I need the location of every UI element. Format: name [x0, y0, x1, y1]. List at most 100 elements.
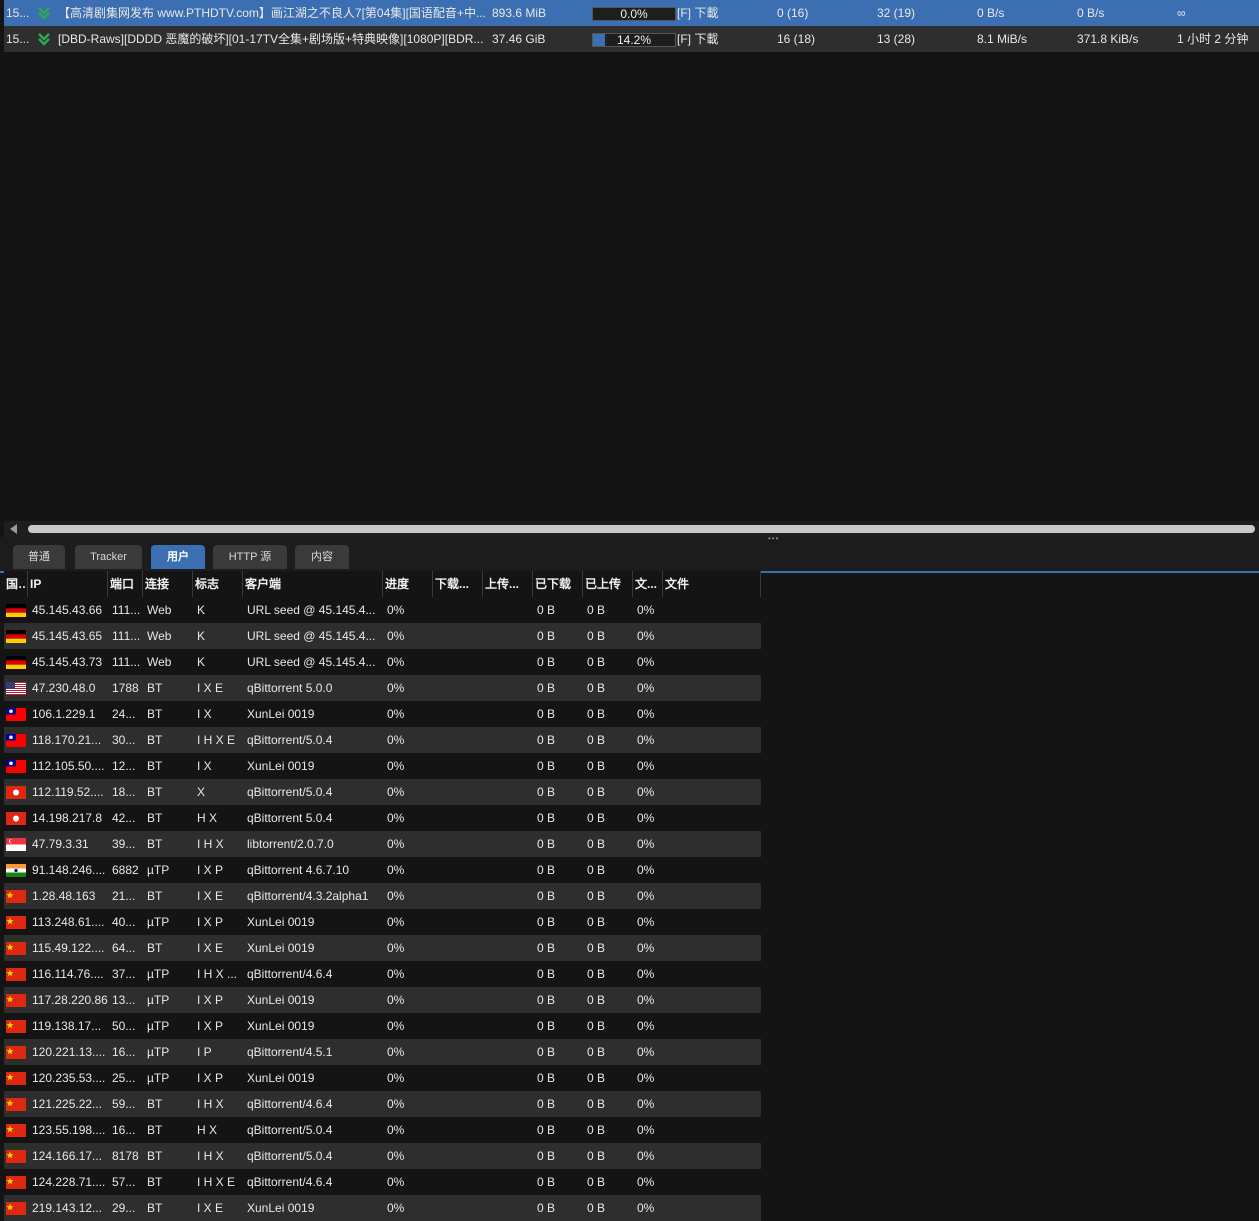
col-relevance[interactable]: 文...: [633, 571, 663, 597]
peer-client: qBittorrent/5.0.4: [247, 733, 333, 747]
peer-conn: BT: [147, 941, 163, 955]
germany-flag-icon: [6, 604, 26, 617]
tab-http-sources[interactable]: HTTP 源: [213, 545, 287, 569]
col-flags[interactable]: 标志: [193, 571, 243, 597]
peer-downloaded: 0 B: [537, 785, 556, 799]
peer-row[interactable]: 91.148.246.... 6882 µTP I X P qBittorrent 4.…: [4, 857, 761, 883]
china-flag-icon: [6, 1020, 26, 1033]
peer-uploaded: 0 B: [587, 759, 606, 773]
tab-content[interactable]: 内容: [295, 545, 349, 569]
torrent-list[interactable]: 15... 【高清剧集网发布 www.PTHDTV.com】画江湖之不良人7[第0…: [4, 0, 1259, 520]
peer-progress: 0%: [387, 889, 405, 903]
col-client[interactable]: 客户端: [243, 571, 383, 597]
col-connection[interactable]: 连接: [143, 571, 193, 597]
peer-relevance: 0%: [637, 941, 655, 955]
peer-progress: 0%: [387, 707, 405, 721]
peer-uploaded: 0 B: [587, 1071, 606, 1085]
peer-row[interactable]: 121.225.22... 59... BT I H X qBittorrent/4.6…: [4, 1091, 761, 1117]
peer-row[interactable]: 106.1.229.1 24... BT I X XunLei 0019 0% 0 B 0 B…: [4, 701, 761, 727]
tab-general[interactable]: 普通: [13, 545, 65, 569]
col-uploaded[interactable]: 已上传: [583, 571, 633, 597]
peer-row[interactable]: 45.145.43.65 111... Web K URL seed @ 45.145.…: [4, 623, 761, 649]
horizontal-scrollbar[interactable]: [4, 521, 1259, 537]
torrent-num: 15...: [6, 6, 30, 20]
peer-port: 30...: [112, 733, 136, 747]
peer-row[interactable]: 124.228.71.... 57... BT I H X E qBittorrent/…: [4, 1169, 761, 1195]
peer-row[interactable]: 112.105.50.... 12... BT I X XunLei 0019 0% 0 B…: [4, 753, 761, 779]
peer-row[interactable]: 47.79.3.31 39... BT I H X libtorrent/2.0.7.0…: [4, 831, 761, 857]
col-up-speed[interactable]: 上传...: [483, 571, 533, 597]
col-files[interactable]: 文件: [663, 571, 761, 597]
peer-row[interactable]: 120.235.53.... 25... µTP I X P XunLei 0019 0%…: [4, 1065, 761, 1091]
peer-table: 国... IP 端口 连接 标志 客户端 进度 下载... 上传... 已下载 已上传 文... 文件 …: [4, 571, 761, 1221]
peer-row[interactable]: 219.143.12... 29... BT I X E XunLei 0019 0% 0 …: [4, 1195, 761, 1221]
peer-port: 12...: [112, 759, 136, 773]
peer-ip: 118.170.21...: [32, 733, 102, 747]
peer-relevance: 0%: [637, 915, 655, 929]
tab-peers[interactable]: 用户: [151, 545, 205, 569]
peer-row[interactable]: 14.198.217.8 42... BT H X qBittorrent 5.0.4 0…: [4, 805, 761, 831]
peer-row[interactable]: 45.145.43.73 111... Web K URL seed @ 45.145.…: [4, 649, 761, 675]
peer-conn: BT: [147, 1201, 163, 1215]
peer-uploaded: 0 B: [587, 655, 606, 669]
col-down-speed[interactable]: 下载...: [433, 571, 483, 597]
peer-row[interactable]: 47.230.48.0 1788 BT I X E qBittorrent 5.0.0 0…: [4, 675, 761, 701]
peer-row[interactable]: 116.114.76.... 37... µTP I H X ... qBittorre…: [4, 961, 761, 987]
scrollbar-thumb[interactable]: [28, 525, 1255, 533]
peer-row[interactable]: 1.28.48.163 21... BT I X E qBittorrent/4.3.2…: [4, 883, 761, 909]
peer-uploaded: 0 B: [587, 1149, 606, 1163]
peer-row[interactable]: 112.119.52.... 18... BT XqBittorrent/5.0.4 0…: [4, 779, 761, 805]
germany-flag-icon: [6, 656, 26, 669]
peer-client: XunLei 0019: [247, 759, 315, 773]
col-ip[interactable]: IP: [28, 571, 108, 597]
col-progress[interactable]: 进度: [383, 571, 433, 597]
peer-flags: I H X ...: [197, 967, 238, 981]
peer-ip: 121.225.22...: [32, 1097, 103, 1111]
peer-flags: I X E: [197, 1201, 224, 1215]
peer-downloaded: 0 B: [537, 1071, 556, 1085]
peer-uploaded: 0 B: [587, 967, 606, 981]
peer-row[interactable]: 120.221.13.... 16... µTP I P qBittorrent/4.5…: [4, 1039, 761, 1065]
peer-ip: 45.145.43.73: [32, 655, 103, 669]
peer-downloaded: 0 B: [537, 1123, 556, 1137]
peer-row[interactable]: 124.166.17... 8178 BT I H X qBittorrent/5.0.…: [4, 1143, 761, 1169]
peer-port: 64...: [112, 941, 136, 955]
tab-tracker[interactable]: Tracker: [75, 545, 142, 569]
torrent-row[interactable]: 15... 【高清剧集网发布 www.PTHDTV.com】画江湖之不良人7[第0…: [4, 0, 1259, 26]
peer-row[interactable]: 123.55.198.... 16... BT H X qBittorrent/5.0.…: [4, 1117, 761, 1143]
peer-relevance: 0%: [637, 1071, 655, 1085]
peer-flags: I X E: [197, 681, 224, 695]
peer-downloaded: 0 B: [537, 733, 556, 747]
peer-row[interactable]: 115.49.122.... 64... BT I X E XunLei 0019 0% 0…: [4, 935, 761, 961]
scroll-left-icon[interactable]: [10, 524, 17, 534]
peer-uploaded: 0 B: [587, 733, 606, 747]
peer-progress: 0%: [387, 1071, 405, 1085]
peer-port: 59...: [112, 1097, 136, 1111]
peer-row[interactable]: 45.145.43.66 111... Web K URL seed @ 45.145.…: [4, 597, 761, 623]
col-downloaded[interactable]: 已下载: [533, 571, 583, 597]
torrent-row[interactable]: 15... [DBD-Raws][DDDD 恶魔的破坏][01-17TV全集+剧场…: [4, 26, 1259, 52]
col-country[interactable]: 国...: [4, 571, 28, 597]
peer-uploaded: 0 B: [587, 707, 606, 721]
properties-tab-bar: 普通 Tracker 用户 HTTP 源内容: [0, 541, 1259, 573]
usa-flag-icon: [6, 682, 26, 695]
peer-ip: 112.119.52....: [32, 785, 104, 799]
peer-ip: 116.114.76....: [32, 967, 104, 981]
peer-ip: 45.145.43.65: [32, 629, 103, 643]
peer-flags: I H X E: [197, 1175, 236, 1189]
peer-flags: I H X: [197, 837, 224, 851]
peer-row[interactable]: 113.248.61.... 40... µTP I X P XunLei 0019 0%…: [4, 909, 761, 935]
peer-row[interactable]: 117.28.220.86 13... µTP I X P XunLei 0019 0% 0…: [4, 987, 761, 1013]
peer-row[interactable]: 119.138.17... 50... µTP I X P XunLei 0019 0% 0…: [4, 1013, 761, 1039]
peer-port: 37...: [112, 967, 136, 981]
china-flag-icon: [6, 1124, 26, 1137]
peer-port: 24...: [112, 707, 136, 721]
peer-row[interactable]: 118.170.21... 30... BT I H X E qBittorrent/5…: [4, 727, 761, 753]
peer-flags: I H X E: [197, 733, 236, 747]
peer-relevance: 0%: [637, 1201, 655, 1215]
peer-progress: 0%: [387, 1175, 405, 1189]
col-port[interactable]: 端口: [108, 571, 143, 597]
peer-conn: BT: [147, 811, 163, 825]
torrent-num: 15...: [6, 32, 30, 46]
peer-uploaded: 0 B: [587, 993, 606, 1007]
